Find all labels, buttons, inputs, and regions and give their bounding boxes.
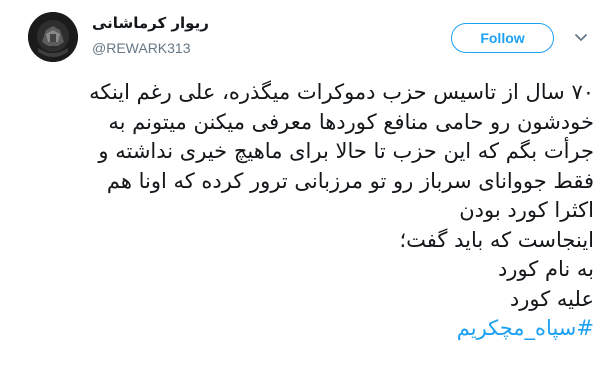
avatar-image-icon	[28, 12, 78, 62]
tweet-card: ریوار کرماشانی @REWARK313 Follow ۷۰ سال …	[0, 0, 608, 370]
tweet-text-line: فقط جووانای سرباز رو تو مرزبانی ترور کرد…	[106, 168, 594, 193]
tweet-text-line: اکثرا کورد بودن	[459, 198, 594, 222]
profile-avatar[interactable]	[28, 12, 78, 62]
tweet-text-line: علیه کورد	[509, 286, 594, 311]
tweet-text-line: به نام کورد	[497, 257, 594, 281]
tweet-text: ۷۰ سال از تاسیس حزب دموکرات میگذره، علی …	[14, 78, 594, 344]
chevron-down-icon[interactable]	[572, 28, 590, 46]
tweet-text-line: اینجاست که باید گفت؛	[399, 227, 595, 252]
follow-button[interactable]: Follow	[451, 23, 554, 53]
user-handle[interactable]: @REWARK313	[92, 40, 191, 56]
display-name[interactable]: ریوار کرماشانی	[92, 14, 209, 32]
tweet-text-line: ۷۰ سال از تاسیس حزب دموکرات میگذره، علی …	[89, 80, 594, 104]
tweet-text-line: خودشون رو حامی منافع کوردها معرفی میکنن …	[108, 109, 594, 134]
tweet-text-line: جرأت بگم که این حزب تا حالا برای ماهیچ خ…	[98, 139, 594, 163]
hashtag-link[interactable]: #سپاه_مچکریم	[14, 314, 594, 344]
